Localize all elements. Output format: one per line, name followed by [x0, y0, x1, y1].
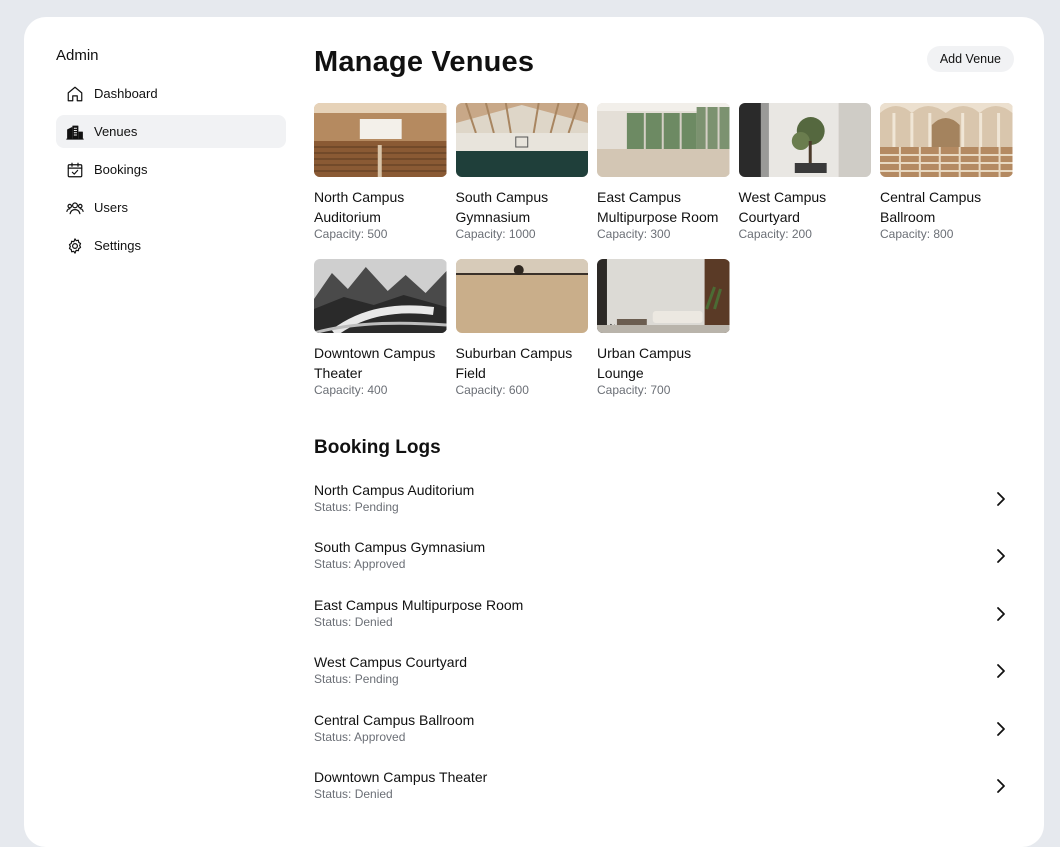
booking-log-text: North Campus Auditorium Status: Pending — [314, 473, 474, 514]
venue-image-ballroom — [880, 103, 1013, 177]
venue-capacity: Capacity: 700 — [597, 383, 671, 397]
venue-capacity: Capacity: 600 — [455, 383, 529, 397]
venue-card[interactable]: Downtown Campus Theater Capacity: 400 — [314, 259, 447, 397]
chevron-right-icon[interactable] — [994, 778, 1008, 794]
venue-image-gymnasium — [455, 103, 588, 177]
booking-venue-name: East Campus Multipurpose Room — [314, 596, 524, 613]
chevron-right-icon[interactable] — [994, 548, 1008, 564]
booking-status: Status: Denied — [314, 786, 393, 801]
booking-log-row[interactable]: Downtown Campus Theater Status: Denied — [314, 760, 1014, 817]
chevron-right-icon[interactable] — [994, 606, 1008, 622]
booking-status: Status: Approved — [314, 729, 406, 744]
sidebar-item-settings[interactable]: Settings — [56, 229, 286, 262]
booking-log-text: Central Campus Ballroom Status: Approved — [314, 703, 474, 744]
users-icon — [66, 199, 84, 217]
venue-card[interactable]: North Campus Auditorium Capacity: 500 — [314, 103, 447, 241]
venue-card[interactable]: West Campus Courtyard Capacity: 200 — [738, 103, 871, 241]
booking-log-text: South Campus Gymnasium Status: Approved — [314, 530, 485, 571]
venue-capacity: Capacity: 500 — [314, 227, 388, 241]
venue-image-multipurpose-room — [597, 103, 730, 177]
booking-log-row[interactable]: West Campus Courtyard Status: Pending — [314, 645, 1014, 702]
sidebar: Admin Dashboard Venues Bookings Users Se… — [56, 47, 286, 267]
booking-venue-name: South Campus Gymnasium — [314, 539, 486, 556]
venue-card[interactable]: South Campus Gymnasium Capacity: 1000 — [455, 103, 588, 241]
booking-log-row[interactable]: South Campus Gymnasium Status: Approved — [314, 530, 1014, 587]
page-title: Manage Venues — [314, 46, 535, 78]
booking-logs-list: North Campus Auditorium Status: Pending … — [314, 473, 1014, 817]
sidebar-item-label: Dashboard — [94, 86, 158, 101]
sidebar-item-label: Users — [94, 200, 128, 215]
booking-log-text: West Campus Courtyard Status: Pending — [314, 645, 467, 686]
venue-name: Downtown Campus Theater — [314, 345, 436, 381]
venue-card[interactable]: Urban Campus Lounge Capacity: 700 — [597, 259, 730, 397]
venue-card[interactable]: East Campus Multipurpose Room Capacity: … — [597, 103, 730, 241]
venue-image-lounge — [597, 259, 730, 333]
booking-venue-name: North Campus Auditorium — [314, 482, 475, 498]
add-venue-button[interactable]: Add Venue — [926, 46, 1014, 72]
venue-image-auditorium — [314, 103, 447, 177]
booking-log-row[interactable]: North Campus Auditorium Status: Pending — [314, 473, 1014, 530]
sidebar-item-bookings[interactable]: Bookings — [56, 153, 286, 186]
building-icon — [66, 123, 84, 141]
booking-status: Status: Approved — [314, 557, 406, 572]
sidebar-item-dashboard[interactable]: Dashboard — [56, 77, 286, 110]
venues-grid: North Campus Auditorium Capacity: 500 So… — [314, 103, 1014, 397]
content-card: Admin Dashboard Venues Bookings Users Se… — [24, 17, 1044, 847]
venue-capacity: Capacity: 200 — [738, 227, 812, 241]
booking-log-text: East Campus Multipurpose Room Status: De… — [314, 588, 523, 629]
venue-capacity: Capacity: 400 — [314, 383, 388, 397]
venue-capacity: Capacity: 1000 — [455, 227, 536, 241]
booking-venue-name: Central Campus Ballroom — [314, 711, 475, 728]
booking-status: Status: Denied — [314, 614, 393, 629]
booking-log-row[interactable]: Central Campus Ballroom Status: Approved — [314, 703, 1014, 760]
chevron-right-icon[interactable] — [994, 663, 1008, 679]
sidebar-item-label: Venues — [94, 124, 138, 139]
booking-status: Status: Pending — [314, 500, 399, 514]
venue-image-courtyard — [738, 103, 871, 177]
booking-venue-name: Downtown Campus Theater — [314, 768, 488, 785]
booking-venue-name: West Campus Courtyard — [314, 654, 468, 671]
home-icon — [66, 85, 84, 103]
sidebar-item-users[interactable]: Users — [56, 191, 286, 224]
sidebar-item-label: Bookings — [94, 162, 148, 177]
venue-image-field — [455, 259, 588, 333]
sidebar-item-venues[interactable]: Venues — [56, 115, 286, 148]
chevron-right-icon[interactable] — [994, 491, 1008, 507]
venue-name: Central Campus Ballroom — [880, 189, 982, 225]
venue-name: South Campus Gymnasium — [455, 189, 549, 225]
booking-log-text: Downtown Campus Theater Status: Denied — [314, 760, 487, 801]
venue-name: Urban Campus Lounge — [597, 345, 692, 381]
booking-logs-title: Booking Logs — [314, 437, 441, 458]
venue-capacity: Capacity: 300 — [597, 227, 671, 241]
venue-name: West Campus Courtyard — [738, 189, 827, 225]
venue-image-mountains — [314, 259, 447, 333]
venue-card[interactable]: Suburban Campus Field Capacity: 600 — [455, 259, 588, 397]
venue-name: North Campus Auditorium — [314, 189, 405, 225]
venue-name: East Campus Multipurpose Room — [597, 189, 719, 225]
chevron-right-icon[interactable] — [994, 721, 1008, 737]
venue-card[interactable]: Central Campus Ballroom Capacity: 800 — [880, 103, 1013, 241]
venue-capacity: Capacity: 800 — [880, 227, 954, 241]
booking-status: Status: Pending — [314, 672, 399, 687]
sidebar-item-label: Settings — [94, 238, 141, 253]
calendar-check-icon — [66, 161, 84, 179]
booking-log-row[interactable]: East Campus Multipurpose Room Status: De… — [314, 588, 1014, 645]
venue-name: Suburban Campus Field — [455, 345, 573, 381]
gear-icon — [66, 237, 84, 255]
brand-label: Admin — [56, 47, 99, 64]
